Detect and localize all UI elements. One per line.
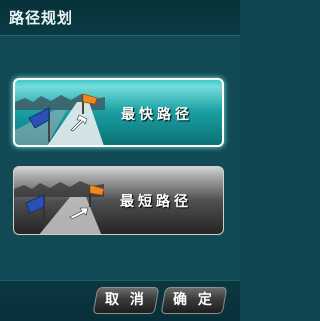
confirm-button-label: 确 定: [173, 292, 215, 308]
page-title: 路径规划: [9, 9, 74, 27]
title-bar: 路径规划: [0, 0, 240, 36]
fastest-route-label: 最快路径: [121, 107, 193, 123]
content-area: [0, 36, 240, 280]
shortest-route-icon: [14, 181, 105, 234]
confirm-button[interactable]: 确 定: [160, 287, 228, 314]
fastest-route-option[interactable]: 最快路径: [13, 78, 224, 147]
cancel-button[interactable]: 取 消: [92, 287, 160, 314]
shortest-route-option[interactable]: 最短路径: [13, 166, 224, 235]
cancel-button-label: 取 消: [105, 292, 147, 308]
shortest-route-label: 最短路径: [120, 194, 192, 210]
